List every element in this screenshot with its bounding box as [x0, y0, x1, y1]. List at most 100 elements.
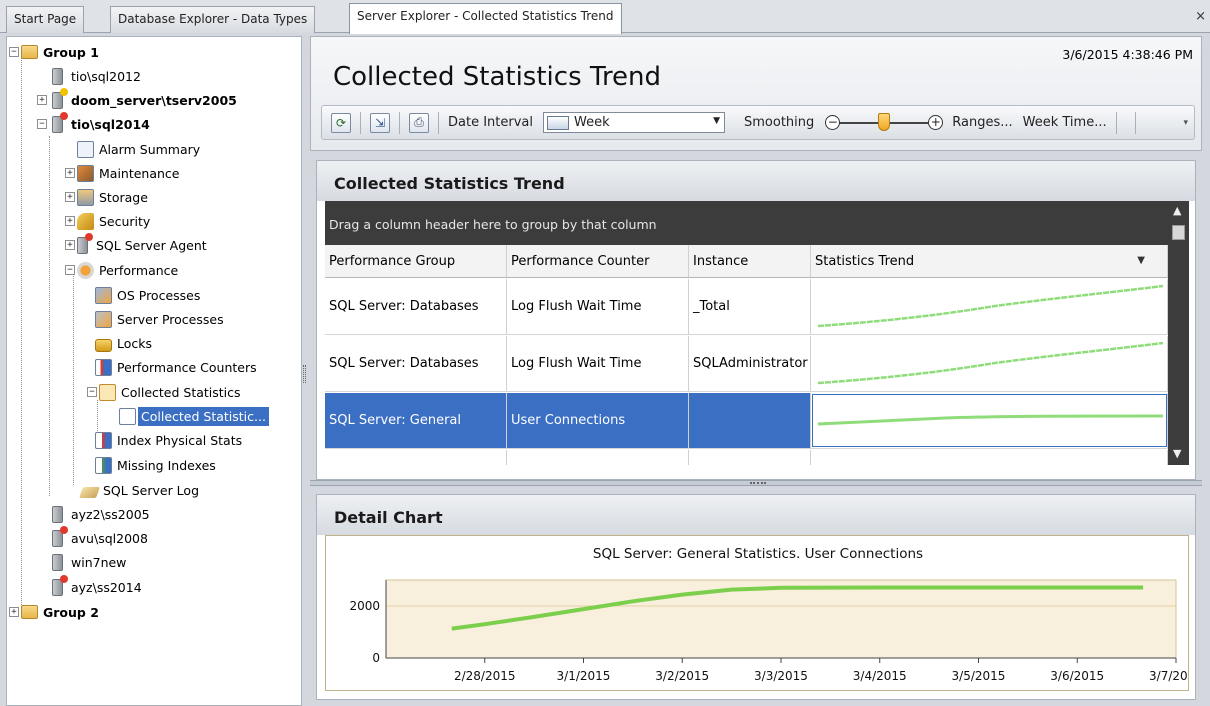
chart-svg: 0 2000 2/28/2015 3/1/2015 3/2/2015 3/3/2015 3/…	[349, 579, 1188, 683]
tree-node-server-processes[interactable]: Server Processes	[95, 308, 224, 330]
sparkline	[811, 336, 1168, 391]
date-interval-select[interactable]: Week ▼	[543, 112, 725, 133]
trend-grid: Drag a column header here to group by th…	[325, 201, 1189, 465]
collapse-icon[interactable]: −	[87, 387, 97, 397]
table-row[interactable]	[325, 450, 1168, 465]
tree-node-security[interactable]: + Security	[65, 210, 150, 232]
tree-node-maintenance[interactable]: + Maintenance	[65, 162, 180, 184]
collapse-icon[interactable]: −	[37, 119, 47, 129]
main-content: Collected Statistics Trend 3/6/2015 4:38…	[310, 36, 1202, 706]
os-processes-icon	[95, 286, 112, 304]
toolbar-overflow-icon[interactable]: ▾	[1183, 118, 1188, 128]
tree-node-alarm-summary[interactable]: Alarm Summary	[65, 138, 200, 160]
server-error-icon	[52, 525, 68, 547]
trend-grid-body: Performance Group Performance Counter In…	[325, 245, 1168, 465]
sparkline	[811, 393, 1168, 448]
tree-node-group-1[interactable]: − Group 1	[9, 41, 99, 63]
x-tick-label: 2/28/2015	[454, 669, 516, 683]
tree-node-ayz2-ss2005[interactable]: ayz2\ss2005	[37, 503, 150, 525]
log-icon	[78, 487, 101, 498]
column-header-instance[interactable]: Instance	[689, 245, 811, 277]
tree-node-locks[interactable]: Locks	[95, 332, 152, 354]
slider-thumb[interactable]	[878, 112, 891, 131]
week-time-button[interactable]: Week Time...	[1023, 115, 1107, 130]
grid-vertical-scrollbar[interactable]: ▲ ▼	[1168, 201, 1189, 465]
tab-server-explorer-collected-statistics-trend[interactable]: Server Explorer - Collected Statistics T…	[349, 3, 622, 34]
lock-icon	[95, 338, 112, 352]
column-header-performance-counter[interactable]: Performance Counter	[507, 245, 689, 277]
tree-node-sql-server-log[interactable]: SQL Server Log	[78, 479, 199, 501]
collapse-icon[interactable]: −	[9, 47, 19, 57]
vertical-splitter[interactable]	[303, 365, 306, 383]
tree-node-index-physical-stats[interactable]: Index Physical Stats	[95, 429, 242, 451]
tree-node-os-processes[interactable]: OS Processes	[95, 284, 200, 306]
column-header-statistics-trend[interactable]: Statistics Trend ▼	[811, 245, 1168, 277]
server-icon	[52, 67, 63, 85]
filter-arrow-icon[interactable]: ▼	[1137, 255, 1145, 266]
horizontal-splitter[interactable]	[310, 480, 1202, 486]
key-icon	[77, 212, 94, 230]
minus-icon[interactable]: −	[825, 114, 841, 130]
expand-icon[interactable]: +	[65, 168, 75, 178]
x-tick-label: 3/5/2015	[952, 669, 1006, 683]
expand-icon[interactable]: +	[65, 192, 75, 202]
tree-node-ayz-ss2014[interactable]: ayz\ss2014	[37, 574, 142, 598]
toolbar: ⟳ ⇲ ⎙ Date Interval Week ▼ Smoothing − +…	[321, 105, 1195, 140]
tab-start-page[interactable]: Start Page	[6, 6, 85, 33]
expand-icon[interactable]: +	[9, 607, 19, 617]
calendar-icon	[547, 115, 569, 130]
refresh-icon[interactable]: ⟳	[331, 112, 351, 133]
tree-node-tio-sql2014[interactable]: − tio\sql2014	[37, 111, 150, 135]
tree-node-tio-sql2012[interactable]: tio\sql2012	[37, 65, 141, 87]
tree-node-group-2[interactable]: + Group 2	[9, 601, 99, 623]
sparkline	[811, 279, 1168, 334]
x-tick-label: 3/2/2015	[655, 669, 709, 683]
tree-node-sql-server-agent[interactable]: + SQL Server Agent	[65, 232, 207, 256]
tree-node-collected-statistics[interactable]: − Collected Statistics	[87, 381, 241, 403]
performance-counters-icon	[95, 358, 112, 376]
tree-node-avu-sql2008[interactable]: avu\sql2008	[37, 525, 148, 549]
tree-node-storage[interactable]: + Storage	[65, 186, 148, 208]
table-row[interactable]: SQL Server: Databases Log Flush Wait Tim…	[325, 279, 1168, 335]
x-tick-label: 3/4/2015	[853, 669, 907, 683]
column-header-performance-group[interactable]: Performance Group	[325, 245, 507, 277]
tree-node-win7new[interactable]: win7new	[37, 551, 126, 573]
collected-statistics-icon	[99, 383, 116, 401]
date-interval-label: Date Interval	[448, 115, 533, 130]
timestamp: 3/6/2015 4:38:46 PM	[1062, 47, 1193, 62]
smoothing-slider[interactable]: − +	[825, 112, 944, 134]
table-row-selected[interactable]: SQL Server: General User Connections	[325, 393, 1168, 449]
close-tab-icon[interactable]: ×	[1195, 9, 1206, 24]
expand-icon[interactable]: +	[65, 216, 75, 226]
server-processes-icon	[95, 310, 112, 328]
scroll-down-icon[interactable]: ▼	[1173, 447, 1181, 460]
plot-area	[385, 579, 1177, 659]
tree-node-missing-indexes[interactable]: Missing Indexes	[95, 454, 216, 476]
smoothing-label: Smoothing	[744, 115, 815, 130]
x-tick-label: 3/1/2015	[557, 669, 611, 683]
scroll-thumb[interactable]	[1172, 225, 1185, 240]
scroll-up-icon[interactable]: ▲	[1173, 204, 1181, 217]
collapse-icon[interactable]: −	[65, 265, 75, 275]
server-error-icon	[52, 111, 68, 133]
plus-icon[interactable]: +	[928, 114, 944, 130]
trend-panel: Collected Statistics Trend Drag a column…	[316, 160, 1196, 480]
expand-icon[interactable]: +	[37, 95, 47, 105]
table-row[interactable]: SQL Server: Databases Log Flush Wait Tim…	[325, 336, 1168, 392]
detail-chart: SQL Server: General Statistics. User Con…	[325, 535, 1189, 691]
tree-node-performance-counters[interactable]: Performance Counters	[95, 356, 257, 378]
server-error-icon	[52, 574, 68, 596]
export-icon[interactable]: ⇲	[370, 112, 390, 133]
server-icon	[52, 505, 63, 523]
maintenance-icon	[77, 164, 94, 182]
expand-icon[interactable]: +	[65, 240, 75, 250]
tree-node-collected-statistics-trend[interactable]: Collected Statistic...	[119, 405, 269, 427]
group-by-panel[interactable]: Drag a column header here to group by th…	[325, 201, 1168, 245]
tree-node-doom-server[interactable]: + doom_server\tserv2005	[37, 87, 237, 111]
tab-database-explorer-data-types[interactable]: Database Explorer - Data Types	[110, 6, 316, 33]
tree-node-performance[interactable]: − Performance	[65, 259, 178, 281]
page-header: Collected Statistics Trend 3/6/2015 4:38…	[310, 36, 1202, 151]
print-icon[interactable]: ⎙	[409, 112, 429, 133]
alarm-summary-icon	[77, 140, 94, 158]
ranges-button[interactable]: Ranges...	[952, 115, 1012, 130]
